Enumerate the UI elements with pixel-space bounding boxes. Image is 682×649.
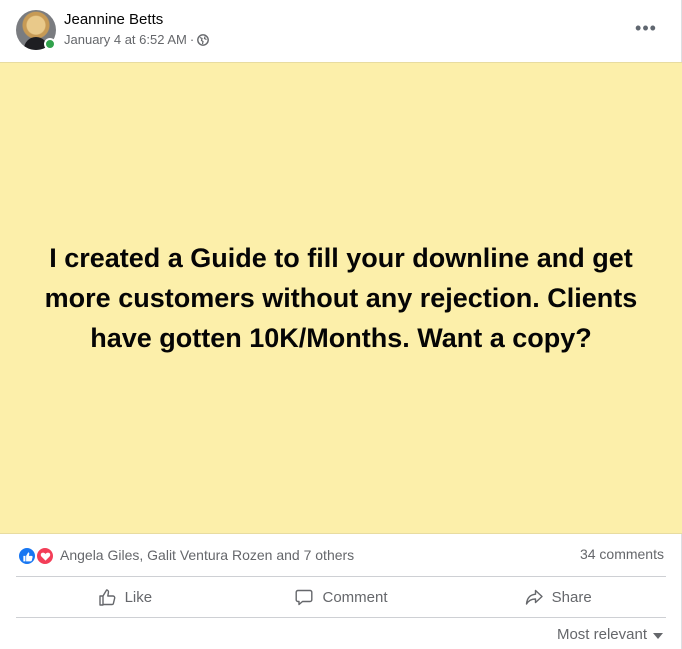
thumbs-up-icon: [98, 589, 115, 606]
comment-bubble-icon: [295, 589, 313, 606]
comments-count[interactable]: 34 comments: [580, 546, 664, 562]
meta-separator: ·: [189, 32, 195, 47]
share-button[interactable]: Share: [449, 577, 666, 617]
online-status-icon: [44, 38, 56, 50]
post-header: Jeannine Betts January 4 at 6:52 AM · ••…: [0, 0, 682, 62]
globe-icon[interactable]: [197, 33, 210, 46]
comment-sort-dropdown[interactable]: Most relevant: [557, 626, 663, 643]
reactions-row: Angela Giles, Galit Ventura Rozen and 7 …: [0, 534, 682, 576]
love-reaction-icon: [36, 547, 54, 565]
comment-button[interactable]: Comment: [233, 577, 450, 617]
post-timestamp[interactable]: January 4 at 6:52 AM: [64, 32, 187, 47]
comment-label: Comment: [322, 588, 388, 606]
action-bar: Like Comment Share: [16, 576, 666, 618]
like-label: Like: [124, 588, 153, 606]
reaction-names[interactable]: Angela Giles, Galit Ventura Rozen and 7 …: [60, 547, 354, 563]
share-label: Share: [551, 588, 592, 606]
like-button[interactable]: Like: [16, 577, 233, 617]
author-name[interactable]: Jeannine Betts: [64, 11, 163, 28]
post-background-card: I created a Guide to fill your downline …: [0, 62, 682, 534]
post-meta: January 4 at 6:52 AM ·: [64, 32, 210, 47]
like-reaction-icon: [18, 547, 36, 565]
more-options-button[interactable]: •••: [628, 14, 664, 42]
sort-label: Most relevant: [556, 626, 647, 643]
post-card: Jeannine Betts January 4 at 6:52 AM · ••…: [0, 0, 682, 649]
post-body-text: I created a Guide to fill your downline …: [44, 243, 638, 353]
caret-down-icon: [653, 632, 663, 639]
reaction-icons[interactable]: [18, 547, 56, 565]
share-arrow-icon: [525, 589, 543, 605]
